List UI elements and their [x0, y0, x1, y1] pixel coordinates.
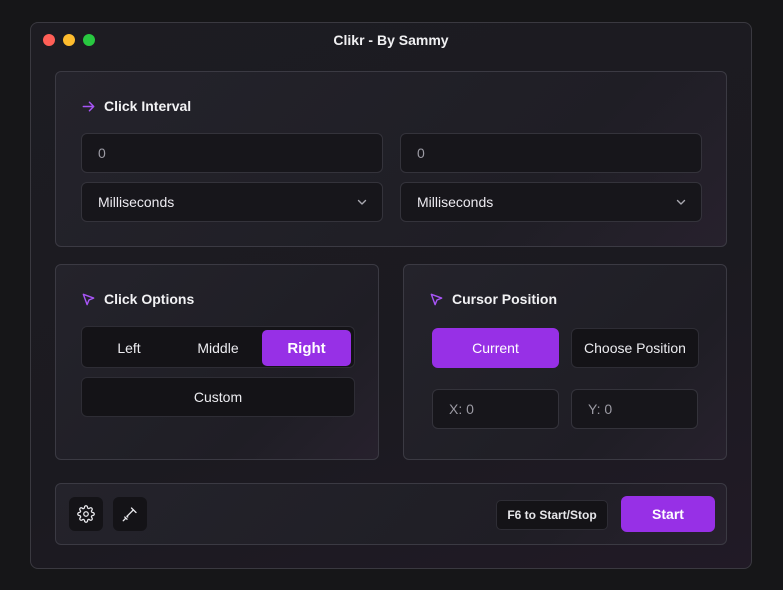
custom-click-button[interactable]: Custom	[81, 377, 355, 417]
left-click-option[interactable]: Left	[85, 330, 173, 366]
cursor-pointer-icon	[430, 293, 443, 305]
current-position-button[interactable]: Current	[432, 328, 559, 368]
interval-unit-select-right[interactable]: Milliseconds	[400, 182, 702, 222]
click-options-title: Click Options	[104, 291, 195, 307]
y-coordinate-input[interactable]: Y: 0	[571, 389, 698, 429]
interval-unit-right-value: Milliseconds	[417, 194, 494, 210]
click-options-card: Click Options Left Middle Right Custom	[55, 264, 379, 460]
arrow-right-icon	[82, 101, 95, 111]
gear-icon	[77, 505, 95, 523]
cursor-position-header: Cursor Position	[429, 291, 557, 307]
chevron-down-icon	[357, 199, 367, 205]
click-interval-header: Click Interval	[81, 98, 191, 114]
cursor-position-card: Cursor Position Current Choose Position …	[403, 264, 727, 460]
cursor-pointer-icon	[82, 293, 95, 305]
right-click-option[interactable]: Right	[262, 330, 351, 366]
click-options-header: Click Options	[81, 291, 194, 307]
pen-tool-icon	[122, 507, 137, 522]
footer-bar: F6 to Start/Stop Start	[55, 483, 727, 545]
interval-value-input-right[interactable]: 0	[400, 133, 702, 173]
settings-button[interactable]	[69, 497, 103, 531]
tool-button[interactable]	[113, 497, 147, 531]
start-button[interactable]: Start	[621, 496, 715, 532]
title-bar: Clikr - By Sammy	[31, 23, 751, 57]
chevron-down-icon	[676, 199, 686, 205]
choose-position-button[interactable]: Choose Position	[571, 328, 699, 368]
middle-click-option[interactable]: Middle	[174, 330, 262, 366]
interval-unit-left-value: Milliseconds	[98, 194, 175, 210]
app-window: Clikr - By Sammy Click Interval 0 0 Mill…	[30, 22, 752, 569]
window-title: Clikr - By Sammy	[333, 32, 449, 48]
interval-value-input-left[interactable]: 0	[81, 133, 383, 173]
hotkey-hint-badge: F6 to Start/Stop	[496, 500, 608, 530]
click-interval-title: Click Interval	[104, 98, 192, 114]
click-interval-card: Click Interval 0 0 Milliseconds Millisec…	[55, 71, 727, 247]
x-coordinate-input[interactable]: X: 0	[432, 389, 559, 429]
cursor-position-title: Cursor Position	[452, 291, 558, 307]
mouse-button-selector: Left Middle Right	[81, 326, 355, 368]
interval-unit-select-left[interactable]: Milliseconds	[81, 182, 383, 222]
